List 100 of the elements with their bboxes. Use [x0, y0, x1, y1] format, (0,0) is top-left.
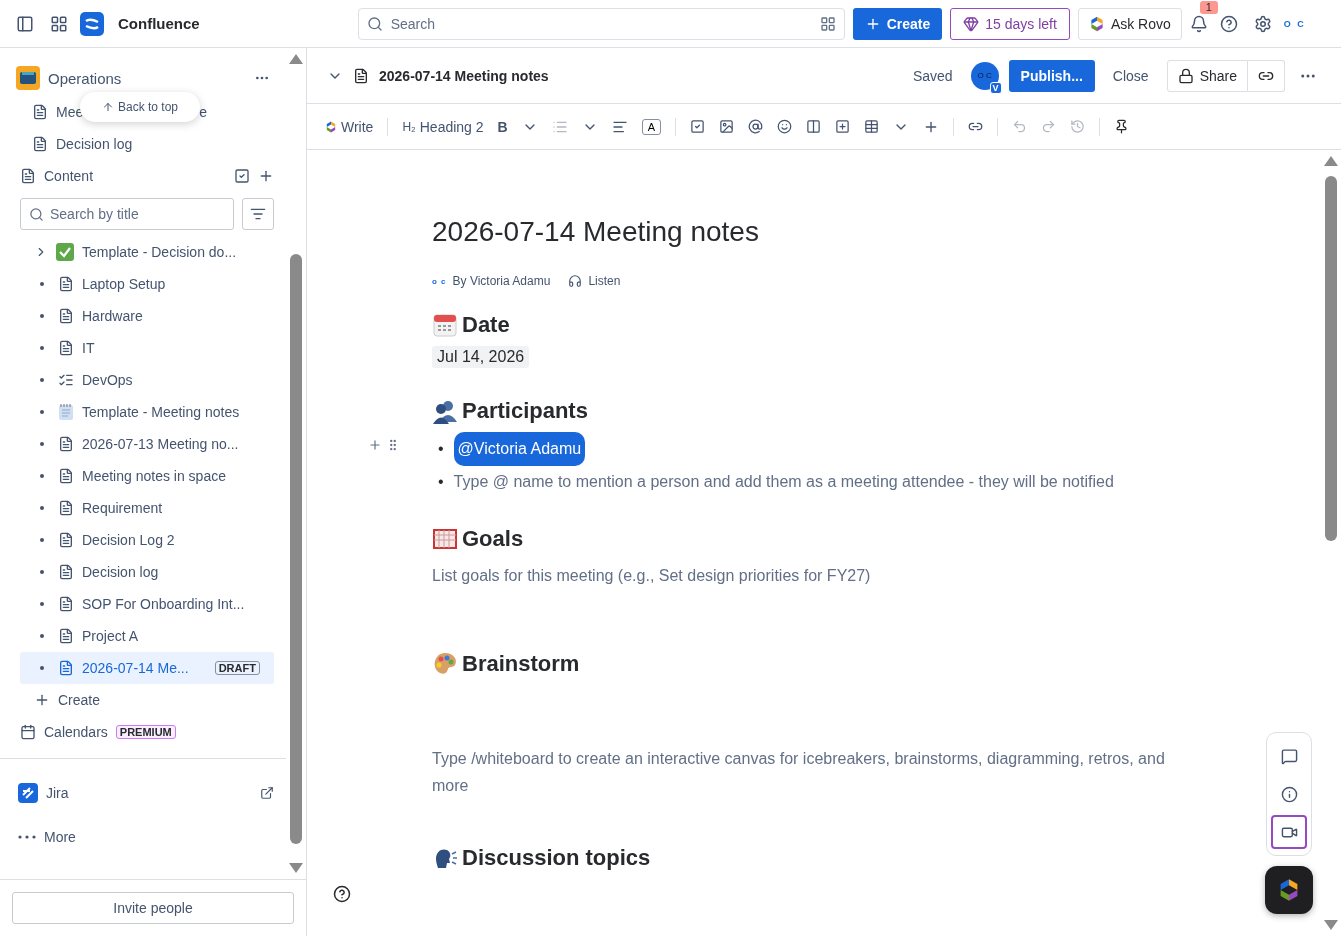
- mention-icon: [748, 119, 764, 134]
- add-icon: [258, 168, 274, 184]
- undo-icon: [1012, 119, 1028, 134]
- sidebar-item[interactable]: Hardware: [82, 308, 143, 324]
- publish-button[interactable]: Publish...: [1008, 59, 1095, 92]
- space-name[interactable]: Operations: [48, 69, 242, 87]
- add-icon: [368, 438, 382, 452]
- create-button[interactable]: Create: [852, 7, 943, 40]
- mention-chip[interactable]: @Victoria Adamu: [453, 432, 586, 466]
- share-button[interactable]: Share: [1166, 59, 1248, 92]
- page-icon: [58, 276, 74, 292]
- lock-icon: [1177, 67, 1194, 84]
- page-icon: [58, 340, 74, 356]
- sidebar-item[interactable]: More: [44, 829, 274, 845]
- sidebar-item[interactable]: 2026-07-14 Me...: [82, 660, 189, 676]
- page-icon: [32, 104, 48, 120]
- page-icon: [58, 308, 74, 324]
- external-link-icon: [260, 786, 274, 800]
- content-heading[interactable]: Content: [44, 168, 226, 184]
- redo-icon: [1041, 119, 1057, 134]
- page-title: 2026-07-14 Meeting notes: [379, 67, 549, 84]
- sidebar-item[interactable]: Decision log: [56, 136, 133, 152]
- placeholder-text: List goals for this meeting (e.g., Set design priorities for FY27): [432, 566, 872, 586]
- byline: By Victoria Adamu: [452, 274, 551, 288]
- table-icon: [864, 119, 880, 134]
- ask-rovo-button[interactable]: Ask Rovo: [1077, 7, 1182, 40]
- columns-icon: [806, 119, 822, 134]
- profile-avatar[interactable]: O C: [1283, 18, 1306, 29]
- bullet: •: [438, 439, 444, 459]
- bold-button[interactable]: B: [497, 118, 508, 135]
- listen-link[interactable]: Listen: [588, 274, 621, 288]
- sidebar-item[interactable]: SOP For Onboarding Int...: [82, 596, 245, 612]
- confluence-logo[interactable]: [80, 11, 104, 36]
- search-field[interactable]: Search: [357, 7, 845, 40]
- sidebar-item[interactable]: Project A: [82, 628, 139, 644]
- list-icon: [58, 372, 74, 388]
- sidebar-item[interactable]: Template - Decision do...: [82, 244, 237, 260]
- history-icon: [1070, 119, 1086, 134]
- add-icon: [34, 692, 50, 708]
- page-icon: [58, 596, 74, 612]
- page-icon: [58, 500, 74, 516]
- filter-button[interactable]: [242, 198, 274, 230]
- calendar-icon: [432, 312, 458, 338]
- section-heading: Participants: [462, 398, 588, 424]
- close-link[interactable]: Close: [1112, 67, 1149, 84]
- emoji-icon: [777, 119, 793, 134]
- sidebar-item[interactable]: Laptop Setup: [82, 276, 166, 292]
- premium-lozenge: PREMIUM: [115, 725, 176, 739]
- sidebar-item[interactable]: Requirement: [82, 500, 163, 516]
- sidebar-item[interactable]: Meeting notes in space: [82, 468, 226, 484]
- notifications-icon[interactable]: [1189, 14, 1208, 33]
- copy-link-button[interactable]: [1248, 59, 1285, 92]
- sidebar-item[interactable]: 2026-07-13 Meeting no...: [82, 436, 239, 452]
- draft-lozenge: DRAFT: [214, 661, 260, 675]
- calendar-icon: [20, 724, 36, 740]
- notification-count: 1: [1199, 0, 1218, 14]
- write-button[interactable]: Write: [325, 118, 374, 135]
- placeholder-text: Type /whiteboard to create an interactive canvas for icebreakers, brainstorms, diagramming, retros, and more: [432, 749, 1166, 796]
- sidebar-item[interactable]: Decision Log 2: [82, 532, 175, 548]
- gem-icon: [963, 15, 980, 32]
- page-icon: [353, 67, 369, 84]
- save-status: Saved: [912, 67, 953, 84]
- create-link[interactable]: Create: [58, 692, 101, 708]
- rovo-button[interactable]: [1265, 866, 1313, 914]
- sidebar-item[interactable]: Calendars: [44, 724, 108, 740]
- image-icon: [719, 119, 735, 134]
- wallet-icon: [16, 66, 40, 90]
- sidebar-item[interactable]: Template - Meeting notes: [82, 404, 240, 420]
- placeholder-text: Type @ name to mention a person and add them as a meeting attendee - they will be notified: [453, 472, 1114, 492]
- rovo-icon: [1088, 15, 1105, 32]
- document-title: 2026-07-14 Meeting notes: [432, 216, 760, 248]
- palette-icon: [432, 651, 458, 677]
- sidebar-item-text: e: [199, 104, 208, 120]
- author-avatar: o c: [432, 276, 447, 286]
- checkbox-icon: [690, 119, 706, 134]
- sidebar-item[interactable]: DevOps: [82, 372, 133, 388]
- page-icon: [58, 628, 74, 644]
- bullet: •: [438, 472, 444, 492]
- checklist-icon: [234, 168, 250, 184]
- text-color-button[interactable]: A: [641, 118, 662, 135]
- selected-page-row[interactable]: 2026-07-14 Me... DRAFT: [20, 652, 274, 684]
- goal-net-icon: [432, 526, 458, 552]
- rovo-icon: [325, 120, 337, 133]
- sidebar-item[interactable]: Jira: [46, 785, 252, 801]
- heading-dropdown[interactable]: H₂ Heading 2: [402, 118, 484, 135]
- page-icon: [58, 532, 74, 548]
- content-icon: [20, 168, 36, 184]
- people-icon: [432, 398, 458, 424]
- search-field[interactable]: Search by title: [20, 198, 234, 230]
- sidebar-item[interactable]: IT: [82, 340, 95, 356]
- section-heading: Goals: [462, 526, 524, 552]
- invite-people-button[interactable]: Invite people: [12, 892, 294, 924]
- trial-button[interactable]: 15 days left: [950, 7, 1070, 40]
- date-chip[interactable]: Jul 14, 2026: [432, 346, 530, 368]
- sidebar-item[interactable]: Decision log: [82, 564, 159, 580]
- search-icon: [366, 15, 383, 32]
- filter-icon: [250, 206, 266, 222]
- video-icon[interactable]: [1271, 815, 1307, 849]
- headphones-icon: [568, 274, 583, 288]
- jira-logo: [18, 783, 38, 803]
